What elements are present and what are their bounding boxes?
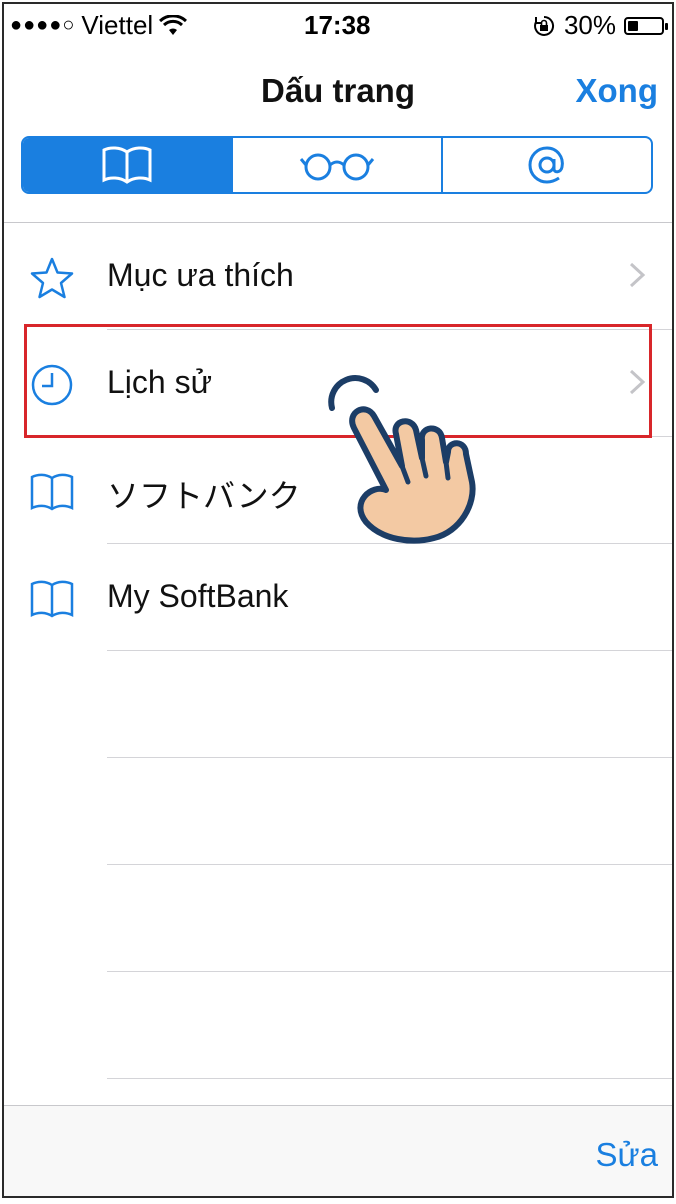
list-item-label: ソフトバンク xyxy=(107,478,301,514)
at-icon xyxy=(528,146,564,184)
book-icon xyxy=(102,146,152,184)
battery-icon xyxy=(624,16,668,35)
battery-fill xyxy=(628,20,638,31)
empty-row xyxy=(4,651,672,758)
list-item-bookmark[interactable]: My SoftBank xyxy=(4,544,672,651)
navigation-bar: Dấu trang Xong xyxy=(4,48,672,138)
wifi-icon xyxy=(159,14,188,35)
page-title: Dấu trang xyxy=(260,72,415,109)
glasses-icon xyxy=(299,153,375,181)
status-left: ●●●●○ Viettel xyxy=(10,10,188,41)
tap-hand-icon xyxy=(328,375,476,544)
empty-row xyxy=(4,758,672,865)
bookmark-segmented-control xyxy=(21,136,653,194)
battery-percent: 30% xyxy=(563,10,616,40)
bottom-toolbar: Sửa xyxy=(4,1106,672,1196)
book-icon xyxy=(30,580,74,618)
book-icon xyxy=(30,473,74,511)
status-time: 17:38 xyxy=(304,10,371,40)
tab-reading-list[interactable] xyxy=(233,138,443,192)
orientation-lock-icon xyxy=(534,15,554,36)
edit-button[interactable]: Sửa xyxy=(596,1136,658,1174)
list-item-favorites[interactable]: Mục ưa thích xyxy=(4,223,672,330)
signal-strength-icon: ●●●●○ xyxy=(10,14,76,36)
carrier-name: Viettel xyxy=(81,10,154,40)
empty-row xyxy=(4,865,672,972)
list-item-label: My SoftBank xyxy=(107,578,289,614)
status-bar: ●●●●○ Viettel 17:38 30% xyxy=(4,4,672,48)
screen-frame: ●●●●○ Viettel 17:38 30% Dấu trang Xong M… xyxy=(2,2,674,1198)
empty-row xyxy=(4,972,672,1079)
tab-bookmarks[interactable] xyxy=(23,138,233,192)
chevron-right-icon xyxy=(629,262,646,288)
list-item-label: Mục ưa thích xyxy=(107,257,294,293)
star-icon xyxy=(30,257,74,299)
status-right: 30% xyxy=(532,10,668,41)
done-button[interactable]: Xong xyxy=(576,72,658,110)
row-divider xyxy=(107,1078,672,1079)
tab-shared-links[interactable] xyxy=(443,138,651,192)
